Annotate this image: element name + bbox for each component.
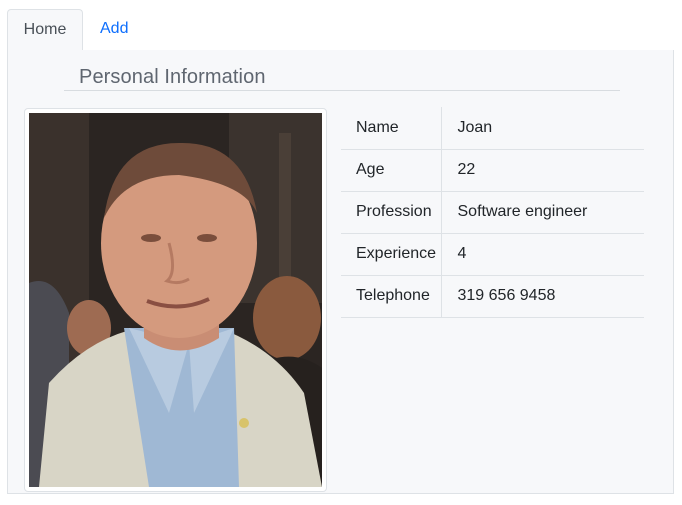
field-label: Experience [341,233,442,276]
tab-home[interactable]: Home [7,9,83,51]
table-row: Profession Software engineer [341,191,644,234]
table-row: Telephone 319 656 9458 [341,275,644,318]
field-label: Age [341,149,442,192]
tab-add[interactable]: Add [84,9,144,51]
tab-bar: Home Add [7,9,674,51]
field-value: Joan [441,107,644,150]
person-photo-icon [29,113,322,487]
field-label: Name [341,107,442,150]
field-value: 22 [441,149,644,192]
table-row: Age 22 [341,149,644,192]
tab-content-panel: Personal Information Name Joan Age 22 Pr… [7,50,674,494]
table-row: Experience 4 [341,233,644,276]
section-divider [64,90,620,91]
section-title: Personal Information [79,66,266,88]
field-value: Software engineer [441,191,644,234]
field-value: 4 [441,233,644,276]
field-label: Telephone [341,275,442,318]
profile-photo-frame [24,108,327,492]
field-label: Profession [341,191,442,234]
profile-photo [29,113,322,487]
field-value: 319 656 9458 [441,275,644,318]
table-row: Name Joan [341,107,644,150]
personal-info-table: Name Joan Age 22 Profession Software eng… [341,107,644,318]
